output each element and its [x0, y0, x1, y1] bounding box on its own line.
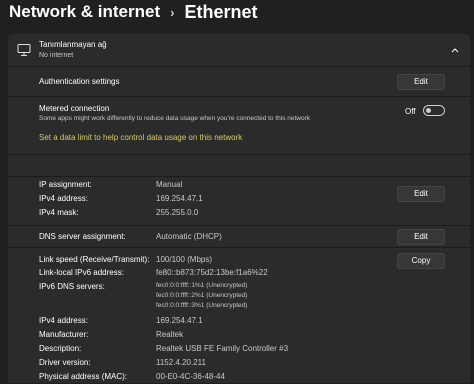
ipv4-label: IPv4 address: — [39, 316, 88, 325]
authentication-edit-button[interactable]: Edit — [397, 74, 445, 90]
metered-toggle[interactable] — [423, 105, 445, 116]
metered-label: Metered connection — [39, 104, 110, 113]
dns-assignment-label: DNS server assignment: — [39, 232, 126, 241]
dns-assignment-value: Automatic (DHCP) — [156, 232, 222, 241]
network-name: Tanımlanmayan ağ — [39, 40, 107, 49]
breadcrumb: Network & internet › Ethernet — [9, 0, 258, 24]
mac-address-value: 00-E0-4C-36-48-44 — [156, 372, 225, 381]
chevron-up-icon[interactable] — [450, 45, 460, 55]
ipv6-dns-label: IPv6 DNS servers: — [39, 282, 105, 291]
ip-edit-button[interactable]: Edit — [397, 186, 445, 202]
ethernet-monitor-icon — [17, 44, 31, 56]
description-label: Description: — [39, 344, 82, 353]
metered-description: Some apps might work differently to redu… — [39, 115, 311, 122]
ipv4-address-value: 169.254.47.1 — [156, 194, 203, 203]
breadcrumb-separator: › — [170, 4, 175, 20]
ip-assignment-label: IP assignment: — [39, 180, 92, 189]
ipv6-dns-value: fec0:0:0:ffff::2%1 (Unencrypted) — [156, 292, 248, 299]
ipv6-dns-value: fec0:0:0:ffff::1%1 (Unencrypted) — [156, 282, 248, 289]
manufacturer-label: Manufacturer: — [39, 330, 89, 339]
network-status: No internet — [39, 52, 74, 59]
properties-row: Copy Link speed (Receive/Transmit): 100/… — [8, 248, 470, 383]
data-limit-link[interactable]: Set a data limit to help control data us… — [39, 133, 242, 142]
metered-row: Metered connection Some apps might work … — [8, 97, 470, 155]
ipv4-mask-value: 255.255.0.0 — [156, 208, 199, 217]
dns-row: DNS server assignment: Automatic (DHCP) … — [8, 226, 470, 248]
ipv4-address-label: IPv4 address: — [39, 194, 88, 203]
description-value: Realtek USB FE Family Controller #3 — [156, 344, 289, 353]
link-speed-value: 100/100 (Mbps) — [156, 255, 213, 264]
mac-address-label: Physical address (MAC): — [39, 372, 128, 381]
ip-settings-row: IP assignment: Manual IPv4 address: 169.… — [8, 177, 470, 226]
copy-button[interactable]: Copy — [397, 253, 445, 269]
driver-version-value: 1152.4.20.211 — [156, 358, 206, 367]
driver-version-label: Driver version: — [39, 358, 91, 367]
page-title: Ethernet — [184, 1, 258, 22]
spacer-row — [8, 155, 470, 177]
dns-edit-button[interactable]: Edit — [397, 229, 445, 245]
ethernet-panel: Tanımlanmayan ağ No internet Authenticat… — [8, 34, 470, 383]
network-header[interactable]: Tanımlanmayan ağ No internet — [8, 34, 470, 67]
authentication-label: Authentication settings — [39, 77, 120, 86]
link-speed-label: Link speed (Receive/Transmit): — [39, 255, 150, 264]
ipv6-address-label: Link-local IPv6 address: — [39, 268, 124, 277]
ipv6-address-value: fe80::b873:75d2:13be:f1a6%22 — [156, 268, 268, 277]
authentication-row: Authentication settings Edit — [8, 67, 470, 97]
breadcrumb-parent[interactable]: Network & internet — [9, 2, 160, 22]
metered-toggle-state: Off — [405, 107, 416, 116]
manufacturer-value: Realtek — [156, 330, 184, 339]
toggle-knob — [426, 108, 431, 113]
ip-assignment-value: Manual — [156, 180, 183, 189]
ipv6-dns-value: fec0:0:0:ffff::3%1 (Unencrypted) — [156, 302, 248, 309]
ipv4-value: 169.254.47.1 — [156, 316, 203, 325]
ipv4-mask-label: IPv4 mask: — [39, 208, 79, 217]
